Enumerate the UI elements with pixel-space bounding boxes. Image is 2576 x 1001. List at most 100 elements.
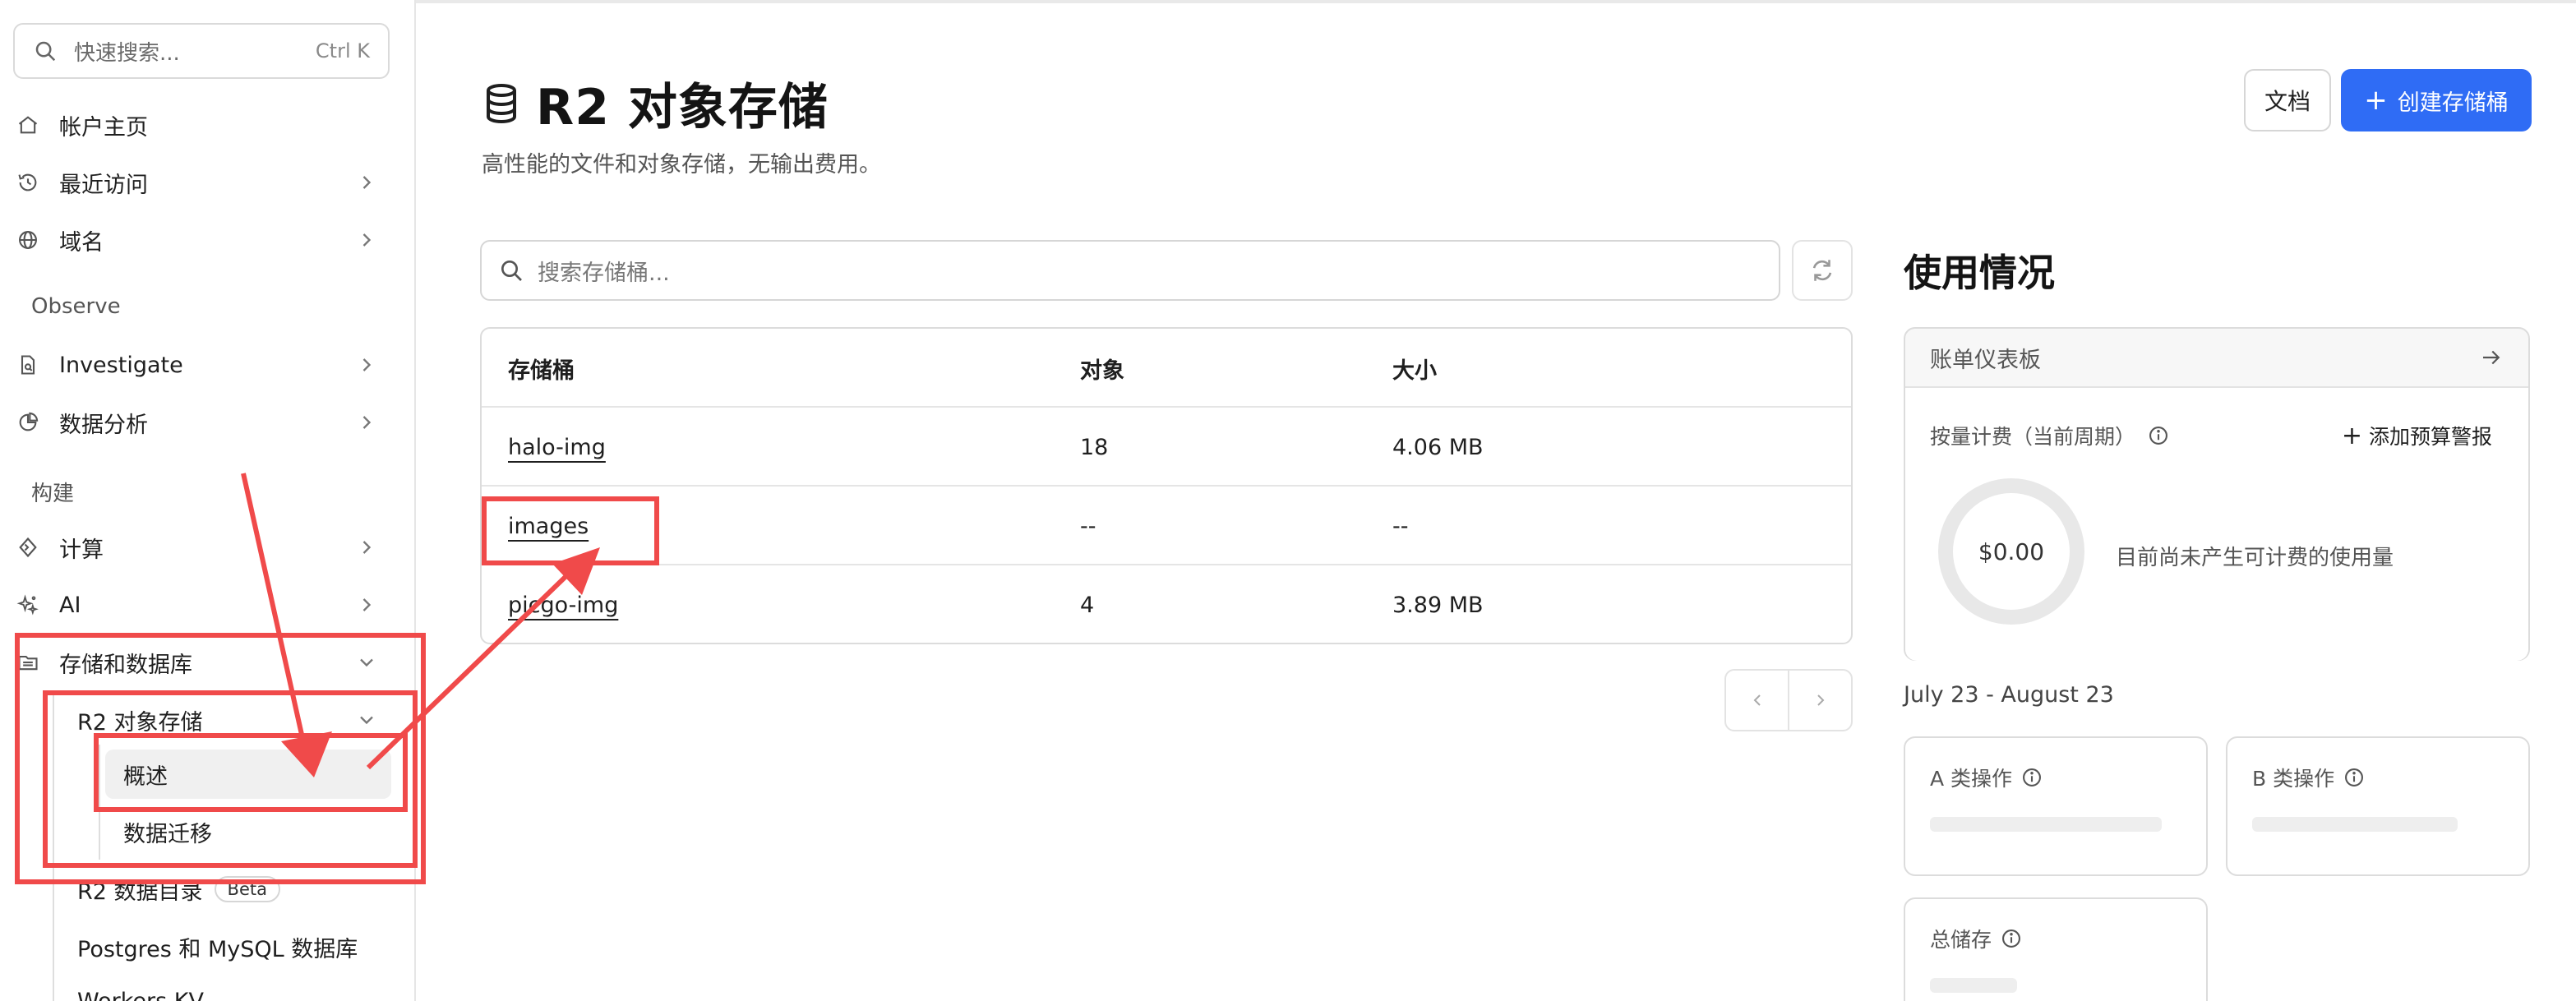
metered-label: 按量计费（当前周期） [1930, 421, 2170, 450]
sidebar-item-overview[interactable]: 概述 [105, 750, 391, 799]
sidebar-item-analytics[interactable]: 数据分析 [16, 398, 378, 447]
bucket-size: -- [1392, 513, 1409, 539]
plus-icon: + [2341, 421, 2362, 450]
bucket-search-input[interactable]: 搜索存储桶... [480, 240, 1780, 301]
sidebar-item-recent[interactable]: 最近访问 [16, 158, 378, 207]
billing-period: July 23 - August 23 [1904, 682, 2114, 708]
bucket-name-link[interactable]: halo-img [508, 408, 606, 487]
page-title: R2 对象存储 [482, 67, 829, 139]
sidebar-item-ai[interactable]: AI [16, 580, 378, 630]
home-icon [18, 116, 38, 134]
usage-amount: $0.00 [1978, 537, 2045, 565]
sidebar-item-label: 计算 [59, 537, 104, 563]
info-icon[interactable] [2147, 424, 2170, 447]
quick-search-input[interactable]: 快速搜索... Ctrl K [13, 23, 390, 79]
pie-chart-icon [19, 412, 39, 431]
create-bucket-label: 创建存储桶 [2397, 90, 2509, 116]
chevron-right-icon [362, 416, 372, 429]
table-row[interactable]: images -- -- [482, 487, 1851, 565]
sidebar-item-label: Postgres 和 MySQL 数据库 [77, 936, 358, 962]
chevron-down-icon [360, 658, 373, 667]
buckets-table: 存储桶 对象 大小 halo-img 18 4.06 MB images -- … [480, 327, 1853, 644]
no-usage-text: 目前尚未产生可计费的使用量 [2116, 546, 2394, 570]
billing-summary: 按量计费（当前周期） + 添加预算警报 $0.00 目前尚未产生可计费的使用量 [1905, 386, 2528, 661]
usage-ring: $0.00 [1938, 478, 2084, 625]
sidebar-item-postgres[interactable]: Postgres 和 MySQL 数据库 [77, 922, 406, 971]
bucket-name-link[interactable]: images [508, 487, 589, 565]
document-search-icon [21, 355, 35, 375]
loading-placeholder-bar [2252, 817, 2458, 832]
sidebar-item-catalog[interactable]: R2 数据目录 Beta [77, 865, 390, 914]
class-b-label: B 类操作 [2252, 763, 2366, 792]
previous-page-button[interactable] [1726, 671, 1789, 730]
bucket-objects: 4 [1080, 592, 1095, 618]
sidebar-item-migration[interactable]: 数据迁移 [123, 807, 370, 856]
metered-label-text: 按量计费（当前周期） [1930, 425, 2136, 449]
sidebar-item-label: 数据迁移 [123, 821, 212, 847]
column-header-objects[interactable]: 对象 [1080, 329, 1124, 408]
info-icon[interactable] [2000, 927, 2023, 950]
add-budget-alert-label: 添加预算警报 [2368, 425, 2492, 449]
sidebar-item-r2[interactable]: R2 对象存储 [77, 695, 378, 745]
info-icon[interactable] [2020, 766, 2043, 789]
sidebar-item-storage[interactable]: 存储和数据库 [16, 638, 378, 687]
bucket-objects: 18 [1080, 434, 1109, 460]
bucket-objects: -- [1080, 513, 1096, 539]
column-header-bucket[interactable]: 存储桶 [508, 329, 575, 408]
refresh-button[interactable] [1792, 240, 1853, 301]
sidebar-item-kv[interactable]: Workers KV [77, 976, 390, 1001]
tree-guide-line [53, 690, 54, 1001]
globe-icon [19, 231, 37, 249]
sidebar-item-compute[interactable]: 计算 [16, 523, 378, 572]
class-b-operations-card: B 类操作 [2226, 736, 2530, 876]
sidebar-item-label: AI [59, 592, 81, 618]
section-observe: Observe [31, 294, 121, 319]
search-icon [501, 261, 522, 281]
page-subtitle: 高性能的文件和对象存储，无输出费用。 [482, 152, 881, 178]
chevron-right-icon [362, 598, 372, 611]
sidebar: 快速搜索... Ctrl K 帐户主页 最近访问 域名 Observe Inve… [0, 0, 416, 1001]
add-budget-alert-button[interactable]: + 添加预算警报 [2342, 421, 2492, 450]
history-icon [18, 173, 37, 191]
sidebar-item-label: 存储和数据库 [59, 652, 192, 678]
docs-button[interactable]: 文档 [2244, 69, 2331, 131]
billing-card: 账单仪表板 按量计费（当前周期） + 添加预算警报 $0.00 目前尚未产生可计… [1904, 327, 2530, 661]
create-bucket-button[interactable]: + 创建存储桶 [2341, 69, 2532, 131]
chevron-right-icon [362, 358, 372, 371]
column-header-size[interactable]: 大小 [1392, 329, 1437, 408]
total-storage-card: 总储存 [1904, 897, 2208, 1001]
refresh-icon [1812, 260, 1832, 281]
search-icon [35, 41, 56, 62]
sidebar-item-label: 帐户主页 [59, 114, 148, 141]
class-a-label-text: A 类操作 [1930, 767, 2013, 791]
sidebar-item-investigate[interactable]: Investigate [16, 340, 378, 390]
page-title-text: R2 对象存储 [536, 79, 829, 136]
top-border [416, 0, 2576, 3]
bucket-name-link[interactable]: picgo-img [508, 565, 618, 643]
usage-title: 使用情况 [1904, 251, 2055, 295]
sidebar-item-label: Investigate [59, 352, 183, 378]
next-page-button[interactable] [1789, 671, 1851, 730]
sidebar-item-label: 数据分析 [59, 412, 148, 438]
chevron-right-icon [362, 541, 372, 554]
table-row[interactable]: halo-img 18 4.06 MB [482, 408, 1851, 487]
total-storage-label-text: 总储存 [1930, 928, 1992, 952]
compute-icon [19, 537, 37, 558]
sidebar-item-label: 最近访问 [59, 172, 148, 198]
info-icon[interactable] [2343, 766, 2366, 789]
billing-dashboard-link[interactable]: 账单仪表板 [1905, 329, 2528, 386]
bucket-size: 3.89 MB [1392, 592, 1484, 618]
chevron-left-icon [1753, 694, 1761, 706]
table-header-row: 存储桶 对象 大小 [482, 329, 1851, 408]
plus-icon: + [2364, 84, 2388, 117]
database-icon [487, 83, 516, 123]
sparkles-icon [16, 594, 39, 616]
chevron-right-icon [362, 233, 372, 247]
sidebar-item-label: R2 对象存储 [77, 709, 203, 736]
bucket-size: 4.06 MB [1392, 434, 1484, 460]
sidebar-item-domains[interactable]: 域名 [16, 215, 378, 265]
section-build: 构建 [31, 482, 75, 506]
sidebar-item-home[interactable]: 帐户主页 [16, 100, 378, 150]
sidebar-item-label: 域名 [59, 229, 104, 256]
table-row[interactable]: picgo-img 4 3.89 MB [482, 565, 1851, 643]
